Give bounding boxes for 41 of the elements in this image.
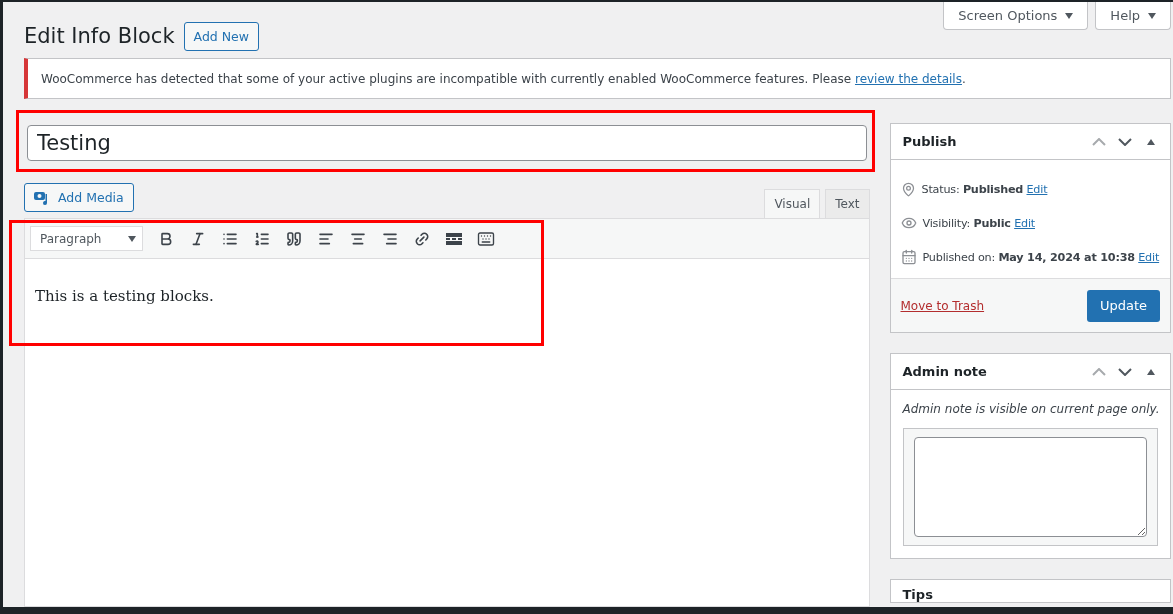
title-field[interactable]: Testing <box>27 125 867 161</box>
note-hint: Admin note is visible on current page only. <box>902 402 1161 416</box>
notice-text: WooCommerce has detected that some of your active plugins are incompatible with currently enabled WooCommerce features. Please review the details. <box>41 71 966 86</box>
add-media-button[interactable]: Add Media <box>24 183 134 212</box>
numbered-list-icon <box>253 230 270 247</box>
tab-toggle-button[interactable]: Help <box>1095 2 1171 30</box>
editor-tab[interactable]: Visual <box>764 189 821 218</box>
chevron-up-icon <box>1092 137 1106 146</box>
add-new-button[interactable]: Add New <box>183 21 259 51</box>
keyboard-icon <box>476 229 495 248</box>
caret-icon <box>1148 12 1156 19</box>
note-field[interactable] <box>913 437 1147 537</box>
panel-title: Publish <box>902 134 958 149</box>
panel-title: Admin note <box>902 364 988 379</box>
editor-content: This is a testing blocks. <box>35 287 215 305</box>
update-button[interactable]: Update <box>1086 289 1160 322</box>
publish-info: Visibility: Public Edit <box>922 216 1035 230</box>
chevron-down-icon <box>1118 367 1132 376</box>
publish-info: Published on: May 14, 2024 at 10:38 Edit <box>922 250 1160 264</box>
caret-icon <box>1065 12 1074 19</box>
edit-link[interactable]: Edit <box>1138 250 1160 264</box>
triangle-up-icon <box>1147 138 1155 145</box>
triangle-up-icon <box>1147 368 1155 375</box>
publish-info: Status: Published Edit <box>921 182 1048 196</box>
chevron-down-icon <box>1118 137 1132 146</box>
page-title: Edit Info Block <box>24 24 175 48</box>
calendar-icon <box>900 249 917 265</box>
panel-title: Tips <box>902 587 934 602</box>
chevron-up-icon <box>1092 367 1106 376</box>
format-select[interactable]: Paragraph <box>30 226 143 251</box>
pin-icon <box>900 181 916 197</box>
trash-link[interactable]: Move to Trash <box>900 298 985 313</box>
read-more-icon <box>445 232 462 245</box>
eye-icon <box>900 215 917 231</box>
tab-toggle-button[interactable]: Screen Options <box>943 2 1089 30</box>
edit-link[interactable]: Edit <box>1014 216 1035 230</box>
caret-icon <box>128 235 136 242</box>
quote-icon <box>285 230 302 247</box>
details-link[interactable]: review the details <box>854 71 962 86</box>
editor-tab[interactable]: Text <box>825 189 870 218</box>
edit-link[interactable]: Edit <box>1026 182 1048 196</box>
